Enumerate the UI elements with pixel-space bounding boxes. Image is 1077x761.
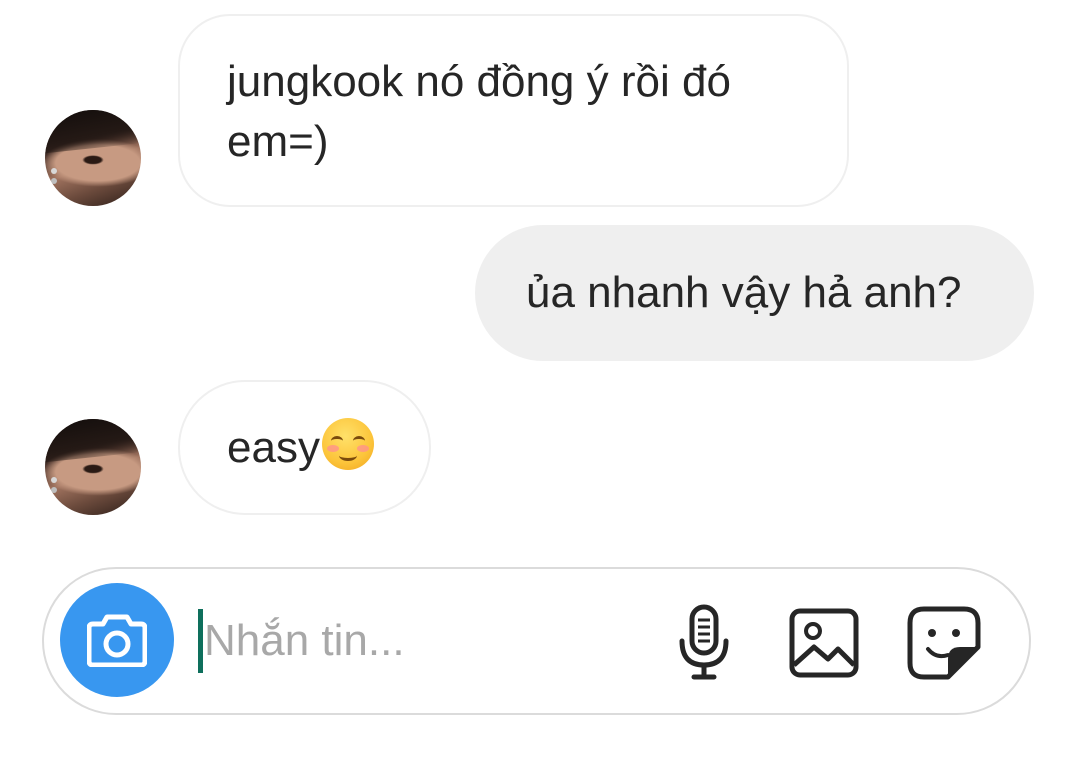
- message-composer: [42, 567, 1031, 715]
- message-text-line: jungkook nó đồng ý rồi đó: [227, 57, 731, 106]
- sender-avatar[interactable]: [45, 419, 141, 515]
- sticker-button[interactable]: [904, 603, 984, 683]
- camera-icon: [87, 614, 147, 667]
- camera-button[interactable]: [60, 583, 174, 697]
- text-cursor: [198, 609, 203, 673]
- gallery-icon: [789, 608, 859, 678]
- smiling-face-emoji: [321, 418, 374, 470]
- microphone-icon: [679, 604, 729, 680]
- message-input[interactable]: [204, 605, 644, 677]
- message-bubble-incoming[interactable]: easy: [178, 380, 431, 515]
- voice-message-button[interactable]: [664, 603, 744, 683]
- message-text-line: em=): [227, 117, 329, 166]
- sender-avatar[interactable]: [45, 110, 141, 206]
- message-text: easy: [227, 423, 320, 472]
- message-bubble-outgoing[interactable]: ủa nhanh vậy hả anh?: [475, 225, 1034, 361]
- message-bubble-incoming[interactable]: jungkook nó đồng ý rồi đó em=): [178, 14, 849, 207]
- gallery-button[interactable]: [784, 603, 864, 683]
- message-text: ủa nhanh vậy hả anh?: [526, 268, 962, 317]
- chat-thread: jungkook nó đồng ý rồi đó em=) ủa nhanh …: [0, 0, 1077, 761]
- sticker-icon: [907, 606, 981, 680]
